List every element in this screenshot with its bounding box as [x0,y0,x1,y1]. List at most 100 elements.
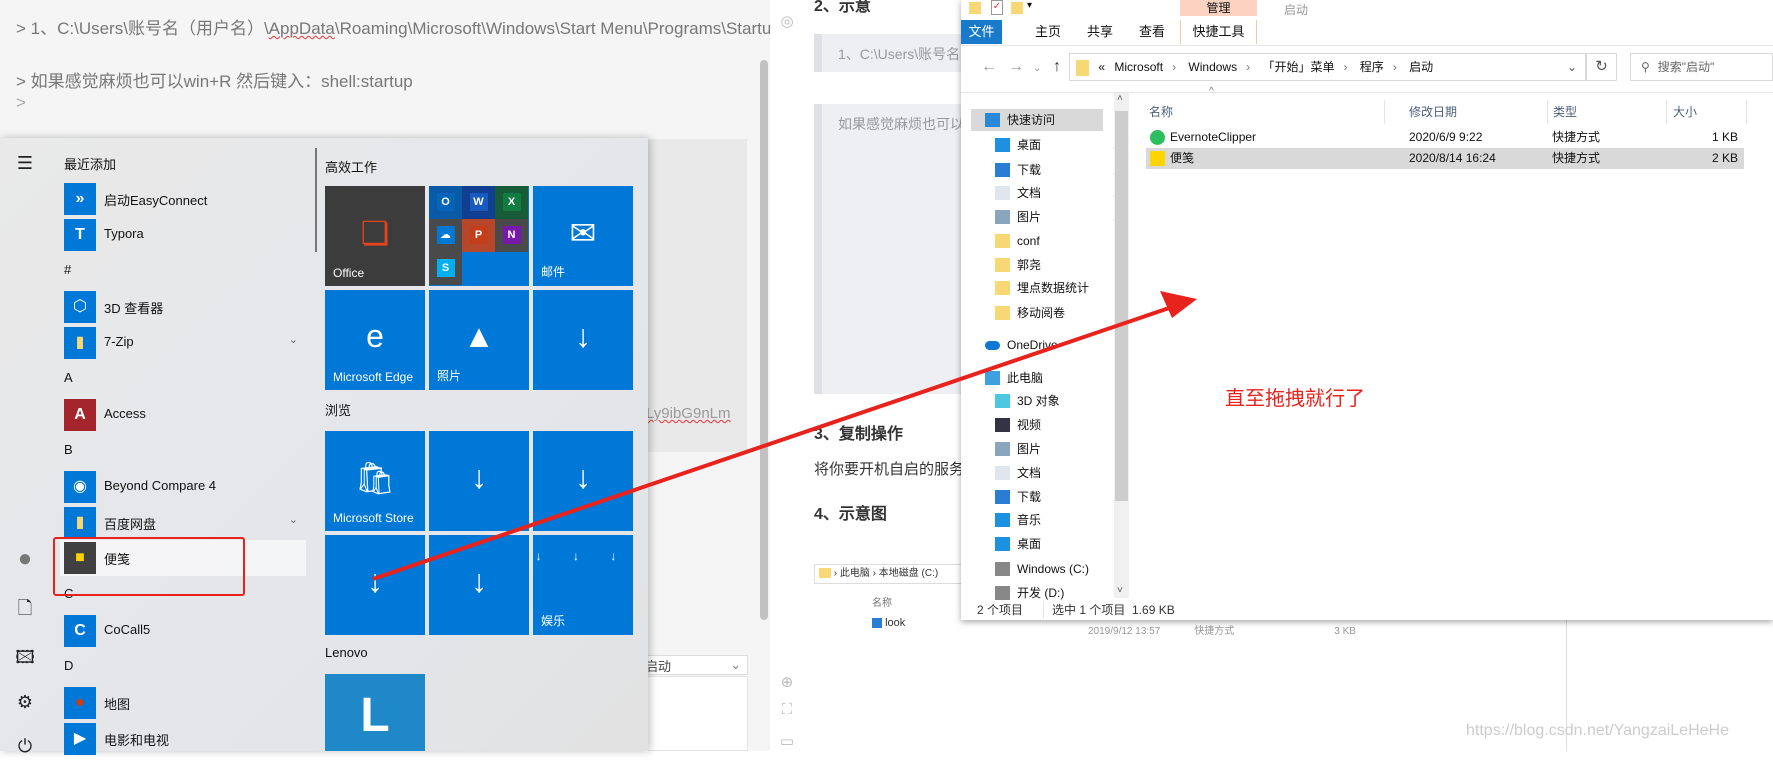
eye-icon[interactable]: ◎ [778,12,796,30]
breadcrumb-item[interactable]: 「开始」菜单 [1262,60,1334,74]
nav-item[interactable]: 快速访问 [971,109,1103,131]
user-avatar-icon[interactable]: ● [12,547,38,572]
editor-scrollbar[interactable] [760,60,768,620]
tile[interactable]: ↓ [533,290,633,390]
hamburger-menu-icon[interactable]: ☰ [12,153,38,177]
laptop-icon[interactable]: ▭ [778,732,796,750]
nav-item[interactable]: 图片 [971,438,1113,460]
scroll-up-icon[interactable]: ˄ [1117,93,1123,104]
column-header-date[interactable]: 修改日期 [1403,100,1548,124]
app-list-item[interactable]: A Access [60,397,306,433]
nav-item[interactable]: 此电脑 [971,367,1113,389]
breadcrumb-item[interactable]: 启动 [1409,60,1433,74]
file-row[interactable]: EvernoteClipper 2020/6/9 9:22 快捷方式 1 KB [1146,127,1744,148]
tile[interactable]: 🛍 Microsoft Store [325,431,425,531]
nav-item[interactable]: 3D 对象 [971,390,1113,412]
editor-line-3[interactable]: > [16,93,26,113]
back-arrow-icon[interactable]: ← [981,58,997,76]
target-icon[interactable]: ⊕ [778,673,796,691]
tile[interactable]: ↓ [325,535,425,635]
recent-locations-chevron-icon[interactable]: ⌄ [1033,63,1041,74]
nav-item[interactable]: Windows (C:) [971,558,1113,580]
code-editor-box[interactable] [640,676,748,751]
tile[interactable]: L [325,674,425,751]
app-list-group-header[interactable]: # [60,253,306,289]
tile[interactable]: e Microsoft Edge [325,290,425,390]
nav-item[interactable]: 郭尧 [971,254,1113,276]
office-app-icon[interactable]: ☁ [429,219,462,252]
fullscreen-icon[interactable]: ⛶ [778,701,796,719]
editor-line-2[interactable]: > 如果感觉麻烦也可以win+R 然后键入：shell:startup [16,67,413,92]
nav-item[interactable]: 桌面 [971,533,1113,555]
column-header-size[interactable]: 大小 [1667,100,1747,124]
nav-item[interactable]: 图片📌 [971,206,1125,228]
tile[interactable]: ▲ 照片 [429,290,529,390]
app-list-group-header[interactable]: 最近添加 [60,145,306,181]
language-dropdown[interactable]: 启动 ⌄ [640,655,748,675]
tile[interactable]: ↓ [429,431,529,531]
column-header-type[interactable]: 类型 [1547,100,1667,124]
office-app-icon[interactable]: S [429,252,462,285]
nav-item[interactable]: OneDrive [971,334,1113,356]
breadcrumb-item[interactable]: Windows [1188,60,1237,74]
editor-line-1[interactable]: > 1、C:\Users\账号名（用户名）\AppData\Roaming\Mi… [16,14,781,39]
app-list-item[interactable]: ▮ 百度网盘 ⌄ [60,505,306,541]
tab-share[interactable]: 共享 [1085,20,1115,44]
breadcrumb-item[interactable]: Microsoft [1114,60,1163,74]
tab-view[interactable]: 查看 [1137,20,1167,44]
tab-home[interactable]: 主页 [1033,20,1063,44]
office-app-icon[interactable]: O [429,186,462,219]
up-arrow-icon[interactable]: ↑ [1053,58,1061,76]
tile[interactable]: ✉ 邮件 [533,186,633,286]
properties-icon[interactable]: ✓ [991,0,1003,15]
address-dropdown-icon[interactable]: ⌄ [1567,54,1577,80]
nav-item[interactable]: 音乐 [971,509,1113,531]
pictures-icon[interactable]: 🖾 [12,645,38,669]
app-list-group-header[interactable]: B [60,433,306,469]
nav-scrollbar[interactable]: ˄ ˅ [1114,93,1129,598]
address-bar[interactable]: « Microsoft › Windows › 「开始」菜单 › 程序 › 启动 ⌄ [1069,53,1586,81]
refresh-button[interactable]: ↻ [1586,53,1617,81]
document-icon[interactable]: 🗋 [12,596,38,620]
tile[interactable]: ❏ Office [325,186,425,286]
tile[interactable]: O W X ☁ P N S [429,186,529,286]
file-row[interactable]: 便笺 2020/8/14 16:24 快捷方式 2 KB [1146,148,1744,169]
app-list-scrollbar[interactable] [315,148,317,252]
nav-item[interactable]: conf [971,230,1113,252]
app-list-item[interactable]: » 启动EasyConnect [60,181,306,217]
app-list-item[interactable]: T Typora [60,217,306,253]
nav-item[interactable]: 下载📌 [971,159,1125,181]
nav-item[interactable]: 下载 [971,486,1113,508]
app-list-group-header[interactable]: D [60,649,306,685]
nav-item[interactable]: 文档 [971,462,1113,484]
app-list-group-header[interactable]: A [60,361,306,397]
column-header-name[interactable]: 名称 [1143,100,1385,124]
nav-item[interactable]: 移动阅卷 [971,302,1113,324]
office-app-icon[interactable]: N [495,219,528,252]
nav-item[interactable]: 文档📌 [971,182,1125,204]
app-list-item[interactable]: C CoCall5 [60,613,306,649]
tab-shortcut-tools[interactable]: 快捷工具 [1180,20,1257,44]
breadcrumb-overflow[interactable]: « [1098,60,1105,74]
tile-group-header[interactable]: 高效工作 [325,157,377,176]
app-list-item[interactable]: ▶ 电影和电视 [60,721,306,757]
app-list-item[interactable]: ▮ 7-Zip ⌄ [60,325,306,361]
forward-arrow-icon[interactable]: → [1008,58,1024,76]
quick-access-toolbar-dropdown-icon[interactable]: ▾ [1027,0,1032,11]
nav-item[interactable]: 视频 [971,414,1113,436]
office-app-icon[interactable]: P [462,219,495,252]
new-folder-icon[interactable] [1011,2,1023,14]
office-app-icon[interactable]: X [495,186,528,219]
chevron-down-icon[interactable]: ⌄ [289,513,298,526]
tile[interactable]: ↓ [533,431,633,531]
search-input[interactable]: ⚲ 搜索"启动" [1630,53,1773,81]
settings-gear-icon[interactable]: ⚙ [12,692,38,716]
tile[interactable]: ↓ ↓ ↓ 娱乐 [533,535,633,635]
app-list-item[interactable]: ◉ Beyond Compare 4 [60,469,306,505]
app-list-item[interactable]: ⬡ 3D 查看器 [60,289,306,325]
scroll-down-icon[interactable]: ˅ [1117,585,1123,596]
tab-file[interactable]: 文件 [961,20,1002,44]
tile-group-header[interactable]: 浏览 [325,400,351,419]
scroll-thumb[interactable] [1115,111,1128,501]
nav-item[interactable]: 埋点数据统计 [971,277,1113,299]
